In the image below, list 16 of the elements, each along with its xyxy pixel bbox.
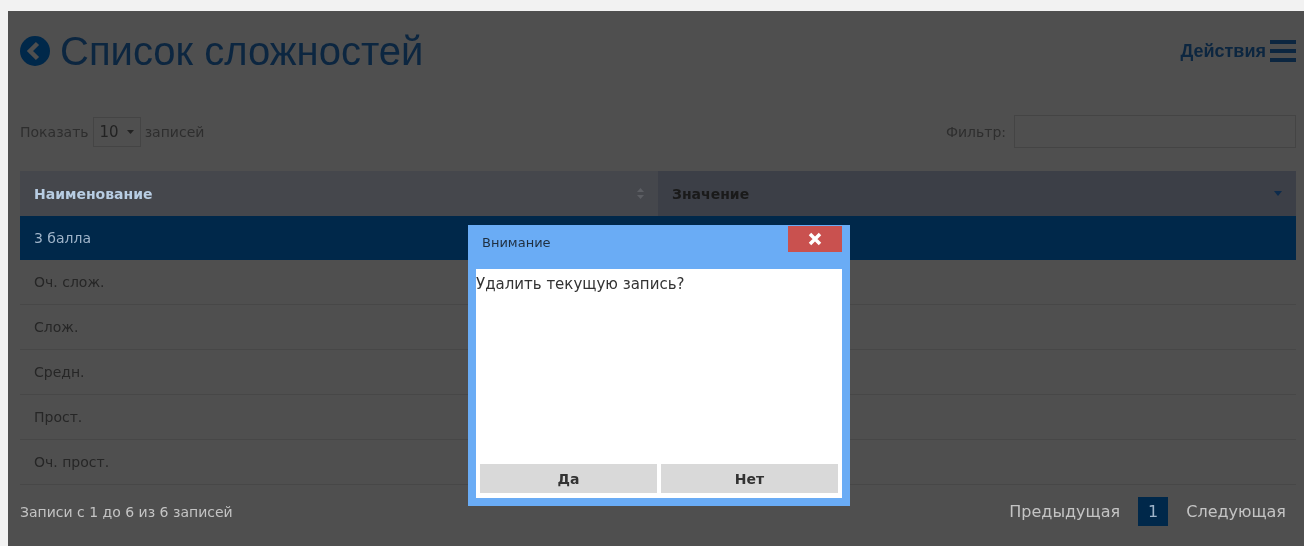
dialog-button[interactable]: Нет <box>661 464 838 493</box>
dialog-button[interactable]: Да <box>480 464 657 493</box>
back-icon[interactable] <box>20 36 50 66</box>
page-title: Список сложностей <box>60 28 424 74</box>
actions-menu-button[interactable]: Действия <box>1180 40 1296 62</box>
caret-icon <box>126 129 134 134</box>
menu-icon <box>1270 40 1296 62</box>
close-button[interactable] <box>788 226 842 252</box>
records-info: Записи с 1 до 6 из 6 записей <box>20 503 233 520</box>
dialog-title: Внимание <box>482 235 551 250</box>
next-page-link[interactable]: Следующая <box>1176 497 1296 526</box>
close-icon <box>808 232 822 246</box>
column-header[interactable]: Наименование <box>20 171 658 216</box>
previous-page-link[interactable]: Предыдущая <box>999 497 1131 526</box>
page-button[interactable]: 1 <box>1138 497 1169 526</box>
sort-descending-icon <box>1274 191 1282 196</box>
